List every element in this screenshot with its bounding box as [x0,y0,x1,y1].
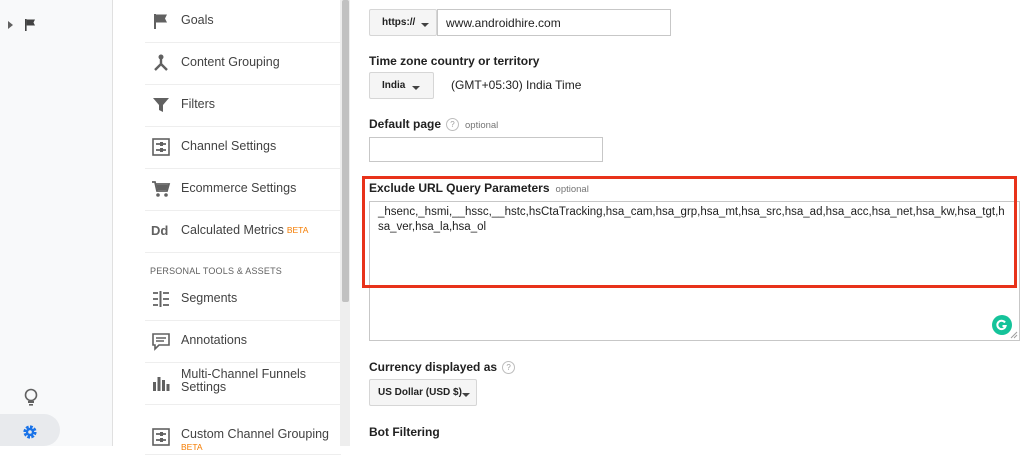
protocol-value: https:// [382,17,416,28]
nav-item-channel-settings[interactable]: Channel Settings [145,126,341,169]
nav-item-label: Calculated Metrics BETA [181,223,309,237]
cart-icon [152,181,171,197]
nav-item-filters[interactable]: Filters [145,84,341,127]
funnel-icon [153,98,169,112]
help-icon[interactable]: ? [502,361,516,374]
dd-icon: Dd [151,223,169,238]
admin-gear-button[interactable] [0,414,60,446]
nav-item-annotations[interactable]: Annotations [145,320,341,363]
nav-item-custom-channel-grouping[interactable]: Custom Channel Grouping BETA [145,412,341,455]
nav-item-segments[interactable]: Segments [145,278,341,321]
custom-channel-icon [152,428,170,446]
protocol-select[interactable]: https:// [369,9,437,36]
nav-scrollbar-thumb[interactable] [342,0,349,302]
exclude-params-value: _hsenc,_hsmi,__hssc,__hstc,hsCtaTracking… [378,206,1005,233]
nav-item-ecommerce-settings[interactable]: Ecommerce Settings [145,168,341,211]
currency-value: US Dollar (USD $) [378,387,462,398]
flag-icon[interactable] [24,18,38,32]
content-grouping-icon [154,54,168,71]
website-url-value: www.androidhire.com [446,16,561,30]
nav-item-label: Multi-Channel Funnels Settings [181,367,307,394]
country-select[interactable]: India [369,72,434,99]
default-page-label: Default page? optional [369,117,499,131]
nav-item-label: Segments [181,291,238,305]
nav-item-multi-channel-funnels[interactable]: Multi-Channel Funnels Settings [145,362,341,405]
bot-filtering-label: Bot Filtering [369,425,440,439]
property-settings-form: https:// www.androidhire.com Time zone c… [350,0,1024,446]
country-value: India [382,80,406,91]
gear-icon [23,425,37,439]
chevron-down-icon [421,23,429,27]
flag-icon [154,14,167,29]
optional-tag: optional [555,184,589,195]
admin-nav: Goals Content Grouping Filters Channel S… [112,0,341,455]
annotation-icon [152,333,170,351]
nav-item-label: Goals [181,13,214,27]
optional-tag: optional [465,120,499,131]
lightbulb-icon[interactable] [22,388,40,408]
timezone-label: Time zone country or territory [369,54,540,68]
nav-item-label: Filters [181,97,216,111]
website-url-input[interactable]: www.androidhire.com [437,9,671,36]
nav-item-label: Annotations [181,333,248,347]
nav-item-goals[interactable]: Goals [145,0,341,43]
expand-caret-icon[interactable] [8,21,13,29]
chevron-down-icon [412,86,420,90]
currency-select[interactable]: US Dollar (USD $) [369,379,477,406]
exclude-params-label: Exclude URL Query Parameters optional [369,181,589,195]
channel-settings-icon [152,138,170,156]
nav-item-content-grouping[interactable]: Content Grouping [145,42,341,85]
nav-item-label: Channel Settings [181,139,277,153]
nav-item-calculated-metrics[interactable]: Dd Calculated Metrics BETA [145,210,341,253]
rail-gap [80,0,112,446]
beta-badge: BETA [181,442,203,452]
currency-label: Currency displayed as? [369,360,516,374]
section-heading-personal-tools: PERSONAL TOOLS & ASSETS [150,266,282,276]
segments-icon [153,291,169,307]
beta-badge: BETA [286,225,309,235]
default-page-input[interactable] [369,137,603,162]
bar-chart-icon [153,377,170,391]
left-rail [0,0,80,446]
grammarly-icon[interactable] [992,315,1012,335]
nav-item-label: Ecommerce Settings [181,181,297,195]
exclude-params-textarea[interactable]: _hsenc,_hsmi,__hssc,__hstc,hsCtaTracking… [369,201,1020,341]
nav-item-label: Custom Channel Grouping [181,427,329,441]
help-icon[interactable]: ? [446,118,460,131]
timezone-value: (GMT+05:30) India Time [451,78,582,92]
resize-handle-icon[interactable] [1010,331,1018,339]
chevron-down-icon [462,393,470,397]
nav-item-label: Content Grouping [181,55,280,69]
